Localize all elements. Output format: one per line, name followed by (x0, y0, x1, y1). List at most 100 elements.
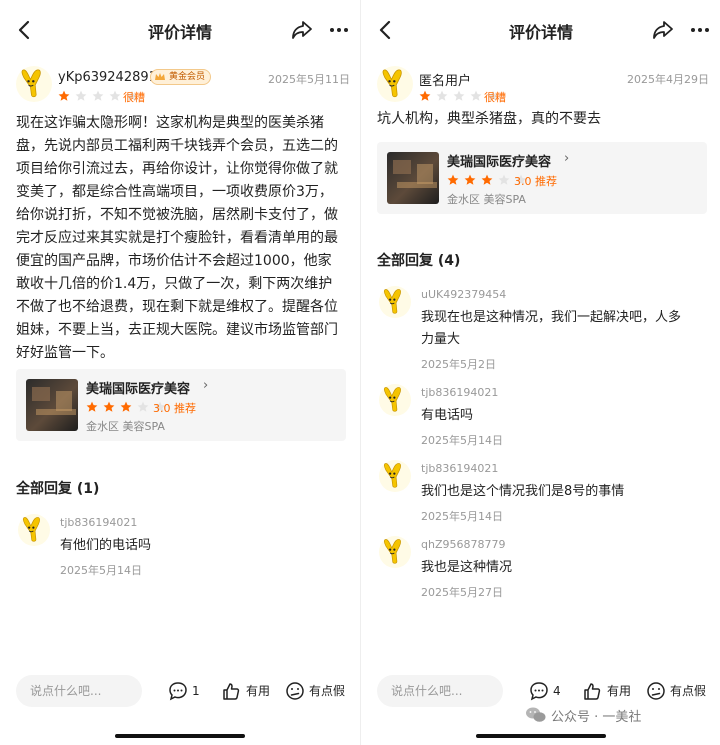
star-empty-icon (92, 90, 104, 101)
crown-icon (155, 73, 165, 80)
star-empty-icon (453, 90, 465, 101)
useful-label: 有用 (246, 684, 271, 698)
review-line: 完才反应过来其实就是打个瘦脸针，看看清单用的最 (16, 230, 338, 246)
reviewer-avatar[interactable] (377, 66, 413, 102)
chevron-right-icon: › (564, 151, 570, 166)
star-empty-icon (109, 90, 121, 101)
star-empty-icon (498, 174, 510, 185)
useful-button[interactable]: 有用 (221, 681, 273, 701)
review-body: 现在这诈骗太隐形啊！这家机构是典型的医美杀猪 盘，先说内部员工福利两千块钱弄个会员… (16, 112, 350, 365)
star-empty-icon (470, 90, 482, 101)
review-line: 便宜的国产品牌，市场价估计不会超过1000，他家 (16, 253, 332, 269)
reply-username[interactable]: tjb836194021 (421, 462, 498, 475)
reply-text-line: 力量大 (421, 332, 461, 347)
reviewer-avatar[interactable] (16, 66, 52, 102)
review-line: 给你说打折，不知不觉被洗脑，居然刷卡支付了，做 (16, 207, 338, 223)
review-line: 不做了也不给退费，现在剩下就是维权了。提醒各位 (16, 299, 338, 315)
gold-member-badge: 黄金会员 (150, 69, 212, 85)
reply-date: 2025年5月2日 (421, 358, 496, 371)
reply-text-line: 有电话吗 (421, 408, 474, 423)
review-date: 2025年5月11日 (268, 73, 350, 86)
shop-name: 美瑞国际医疗美容 (447, 155, 552, 170)
fake-button[interactable]: 有点假 (646, 681, 712, 701)
star-filled-icon (481, 174, 493, 185)
fake-button[interactable]: 有点假 (285, 681, 351, 701)
reply-text: 有电话吗 (421, 405, 473, 427)
top-nav: 评价详情 (0, 0, 360, 60)
review-body: 坑人机构，典型杀猪盘，真的不要去 (377, 111, 601, 127)
star-filled-icon (58, 90, 70, 101)
home-indicator (476, 734, 606, 738)
useful-button[interactable]: 有用 (582, 681, 634, 701)
comment-count-button[interactable]: 4 (529, 681, 569, 701)
comment-count-button[interactable]: 1 (168, 681, 208, 701)
review-line: 盘，先说内部员工福利两千块钱弄个会员，五选二的 (16, 138, 338, 154)
reply-username[interactable]: tjb836194021 (421, 386, 498, 399)
share-icon[interactable] (290, 18, 314, 42)
watermark-text: 公众号 · 一美社 (551, 710, 642, 725)
reviewer-username[interactable]: yKp639242891 (58, 70, 157, 85)
star-filled-icon (120, 401, 132, 412)
review-line: 敢收十几倍的价1.4万，只做了一次，剩下两次维护 (16, 276, 333, 292)
badge-label: 黄金会员 (169, 72, 206, 82)
reply-username[interactable]: uUK492379454 (421, 288, 506, 301)
reply-text: 有他们的电话吗 (60, 538, 152, 553)
meh-face-icon (647, 682, 665, 700)
fake-label: 有点假 (670, 684, 707, 698)
comment-icon (169, 682, 187, 701)
shop-thumbnail (387, 152, 439, 204)
rating-label: 很糟 (484, 91, 506, 104)
reply-text: 我也是这种情况 (421, 557, 512, 579)
reviewer-username[interactable]: 匿名用户 (419, 70, 471, 89)
top-nav: 评价详情 (361, 0, 720, 60)
shop-thumbnail (26, 379, 78, 431)
thumbs-up-icon (223, 683, 240, 700)
review-line: 好好监管一下。 (16, 345, 114, 361)
reply-date: 2025年5月14日 (421, 510, 503, 523)
comment-input[interactable]: 说点什么吧... (16, 675, 142, 707)
star-empty-icon (436, 90, 448, 101)
home-indicator (115, 734, 245, 738)
comment-count: 1 (192, 684, 200, 698)
reply-text: 我现在也是这种情况，我们一起解决吧，人多 力量大 (421, 307, 681, 351)
rating-label: 很糟 (123, 91, 145, 104)
reply-text-line: 我们也是这个情况我们是8号的事情 (421, 484, 625, 499)
shop-card[interactable]: 美瑞国际医疗美容 › 3.0 推荐 金水区 美容SPA (16, 369, 346, 441)
reply-avatar[interactable] (379, 384, 411, 416)
reply-text-line: 我现在也是这种情况，我们一起解决吧，人多 (421, 310, 682, 325)
more-icon[interactable] (689, 18, 711, 42)
review-line: 现在这诈骗太隐形啊！这家机构是典型的医美杀猪 (16, 115, 324, 131)
star-filled-icon (103, 401, 115, 412)
reply-avatar[interactable] (379, 286, 411, 318)
replies-title: 全部回复 (1) (16, 481, 100, 497)
review-line: 变美了，都是综合性高端项目，一项收费原价3万， (16, 184, 333, 200)
reply-text: 我们也是这个情况我们是8号的事情 (421, 481, 624, 503)
shop-score: 3.0 推荐 (514, 175, 557, 188)
reply-avatar[interactable] (379, 536, 411, 568)
chevron-right-icon: › (203, 378, 209, 393)
share-icon[interactable] (651, 18, 675, 42)
star-filled-icon (86, 401, 98, 412)
comment-input[interactable]: 说点什么吧... (377, 675, 503, 707)
reply-username[interactable]: qhZ956878779 (421, 538, 505, 551)
comment-icon (530, 682, 548, 701)
more-icon[interactable] (328, 18, 350, 42)
star-filled-icon (419, 90, 431, 101)
shop-location: 金水区 美容SPA (447, 193, 526, 206)
reply-date: 2025年5月27日 (421, 586, 503, 599)
star-empty-icon (75, 90, 87, 101)
reply-text-line: 我也是这种情况 (421, 560, 513, 575)
comment-count: 4 (553, 684, 561, 698)
review-line: 姐妹，不要上当，去正规大医院。建议市场监管部门 (16, 322, 338, 338)
star-filled-icon (464, 174, 476, 185)
shop-score: 3.0 推荐 (153, 402, 196, 415)
reply-username[interactable]: tjb836194021 (60, 516, 137, 529)
shop-card[interactable]: 美瑞国际医疗美容 › 3.0 推荐 金水区 美容SPA (377, 142, 707, 214)
left-screen: 评价详情 yKp639242891 黄金会员 2025年5月11日 很糟 现在这… (0, 0, 360, 745)
reply-avatar[interactable] (379, 460, 411, 492)
review-line: 项目给你引流过去，再给你设计，让你觉得你做了就 (16, 161, 338, 177)
useful-label: 有用 (607, 684, 632, 698)
right-screen: 评价详情 匿名用户 2025年4月29日 很糟 坑人机构，典型杀猪盘，真的不要去… (360, 0, 720, 745)
reply-avatar[interactable] (18, 514, 50, 546)
review-date: 2025年4月29日 (627, 73, 709, 86)
